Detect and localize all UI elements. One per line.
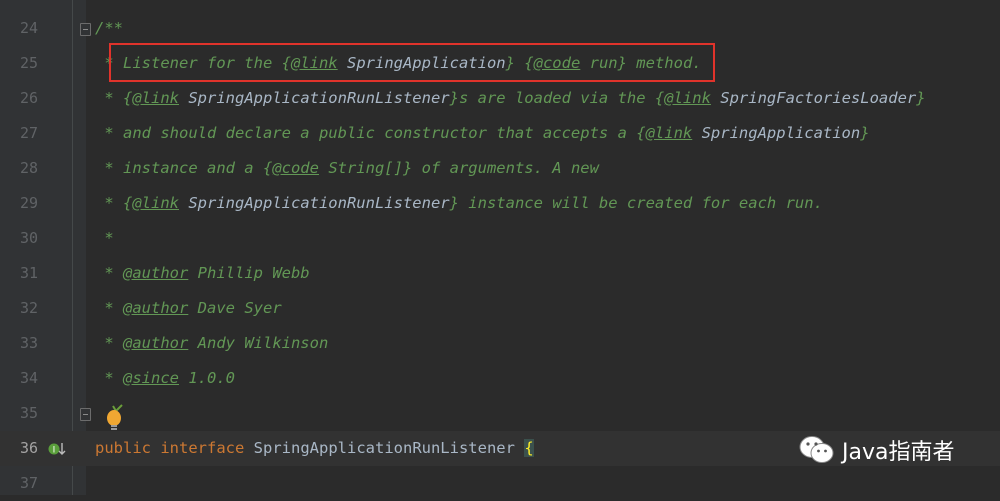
comment-text: Andy Wilkinson	[188, 334, 329, 352]
comment-text: *	[95, 264, 123, 282]
line-code: public interface SpringApplicationRunLis…	[95, 431, 534, 466]
javadoc-reference: SpringApplicationRunListener	[179, 89, 450, 107]
line-code	[95, 396, 104, 431]
javadoc-tag: @author	[123, 264, 189, 282]
code-line[interactable]: 34 * @since 1.0.0	[0, 361, 1000, 396]
line-code: * @author Dave Syer	[95, 291, 282, 326]
comment-text: Phillip Webb	[188, 264, 310, 282]
line-number: 31	[19, 264, 38, 282]
line-number: 25	[19, 54, 38, 72]
line-code: * @since 1.0.0	[95, 361, 235, 396]
code-line[interactable]: 37	[0, 466, 1000, 501]
watermark: Java指南者	[798, 434, 954, 466]
comment-text: *	[95, 229, 114, 247]
javadoc-tag: @link	[664, 89, 711, 107]
svg-text:I: I	[53, 446, 56, 456]
javadoc-tag: @since	[123, 369, 179, 387]
code-line[interactable]: 26 * {@link SpringApplicationRunListener…	[0, 81, 1000, 116]
javadoc-reference: SpringApplication	[692, 124, 861, 142]
comment-text: }s are loaded via the {	[449, 89, 665, 107]
line-number: 28	[19, 159, 38, 177]
comment-text: }	[916, 89, 926, 107]
watermark-text: Java指南者	[842, 440, 955, 465]
code-line[interactable]: 31 * @author Phillip Webb	[0, 256, 1000, 291]
line-number: 24	[19, 19, 38, 37]
comment-text: * instance and a {	[95, 159, 273, 177]
line-code: *	[95, 221, 114, 256]
javadoc-tag: @link	[132, 194, 179, 212]
implemented-gutter-icon[interactable]: I	[48, 441, 66, 461]
identifier: SpringApplicationRunListener	[244, 439, 525, 457]
line-number: 36	[19, 439, 38, 457]
line-number: 27	[19, 124, 38, 142]
line-number: 33	[19, 334, 38, 352]
comment-text: *	[95, 299, 123, 317]
code-line[interactable]: 33 * @author Andy Wilkinson	[0, 326, 1000, 361]
line-code: * {@link SpringApplicationRunListener}s …	[95, 81, 926, 116]
line-number: 34	[19, 369, 38, 387]
comment-text: * and should declare a public constructo…	[95, 124, 646, 142]
code-line[interactable]: 35	[0, 396, 1000, 431]
javadoc-tag: @link	[132, 89, 179, 107]
code-line[interactable]: 24 /**	[0, 11, 1000, 46]
javadoc-tag: @code	[272, 159, 319, 177]
comment-text	[95, 404, 104, 422]
comment-text: 1.0.0	[179, 369, 235, 387]
comment-text: * {	[95, 89, 133, 107]
code-line[interactable]: 29 * {@link SpringApplicationRunListener…	[0, 186, 1000, 221]
comment-text: * {	[95, 194, 133, 212]
line-code: /**	[95, 11, 123, 46]
code-line[interactable]: 27 * and should declare a public constru…	[0, 116, 1000, 151]
line-number: 32	[19, 299, 38, 317]
line-number: 35	[19, 404, 38, 422]
line-number: 37	[19, 474, 38, 492]
javadoc-tag: @author	[123, 334, 189, 352]
lightbulb-icon[interactable]	[104, 404, 126, 436]
line-code: * instance and a {@code String[]} of arg…	[95, 151, 599, 186]
line-code: * {@link SpringApplicationRunListener} i…	[95, 186, 823, 221]
comment-text: Dave Syer	[188, 299, 282, 317]
fold-collapse-icon[interactable]	[80, 23, 91, 36]
line-code: * @author Andy Wilkinson	[95, 326, 328, 361]
highlight-annotation-box	[109, 43, 715, 82]
code-line[interactable]: 30 *	[0, 221, 1000, 256]
code-line[interactable]: 32 * @author Dave Syer	[0, 291, 1000, 326]
line-number: 30	[19, 229, 38, 247]
comment-text: /**	[95, 19, 123, 37]
comment-text: String[]} of arguments. A new	[318, 159, 599, 177]
comment-text: }	[860, 124, 870, 142]
comment-text: } instance will be created for each run.	[449, 194, 823, 212]
javadoc-reference: SpringFactoriesLoader	[710, 89, 917, 107]
javadoc-tag: @link	[645, 124, 693, 142]
fold-end-icon[interactable]	[80, 408, 91, 421]
keyword: public	[95, 439, 151, 457]
line-code: * and should declare a public constructo…	[95, 116, 870, 151]
wechat-icon	[799, 436, 834, 463]
line-number: 29	[19, 194, 38, 212]
keyword: interface	[160, 439, 245, 457]
line-code: * @author Phillip Webb	[95, 256, 310, 291]
matched-brace: {	[524, 439, 534, 457]
code-line[interactable]: 28 * instance and a {@code String[]} of …	[0, 151, 1000, 186]
javadoc-reference: SpringApplicationRunListener	[179, 194, 450, 212]
line-number: 26	[19, 89, 38, 107]
identifier	[151, 439, 160, 457]
javadoc-tag: @author	[123, 299, 189, 317]
comment-text: *	[95, 334, 123, 352]
comment-text: *	[95, 369, 123, 387]
